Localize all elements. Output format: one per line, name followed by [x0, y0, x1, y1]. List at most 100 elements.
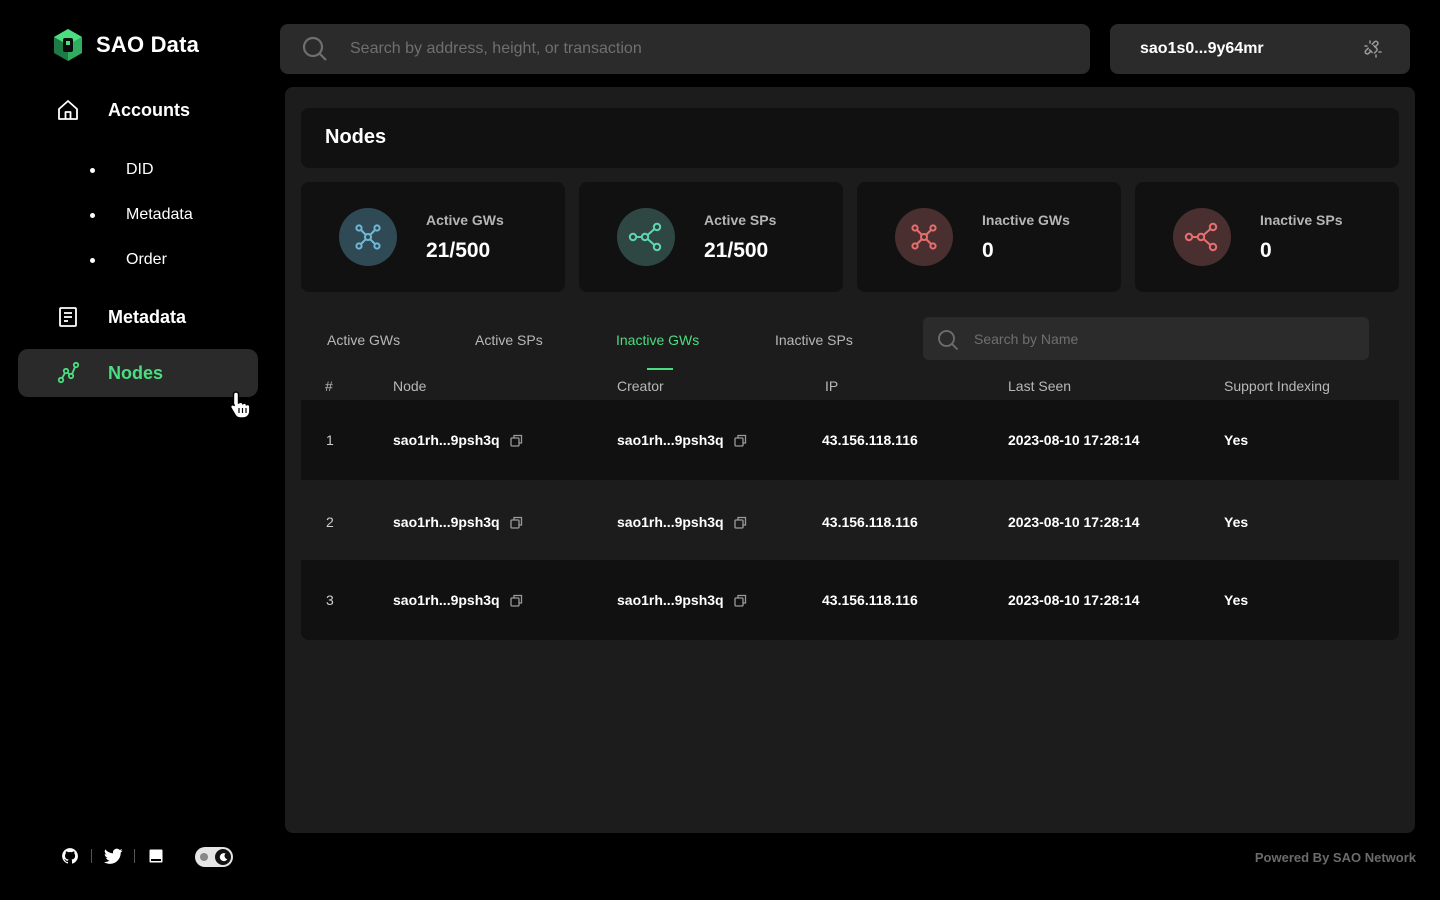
- divider: [91, 849, 92, 863]
- brand-name: SAO Data: [96, 32, 200, 57]
- stat-label: Active GWs: [426, 212, 504, 228]
- row-index: 3: [326, 592, 334, 608]
- powered-by-text: Powered By SAO Network: [1254, 850, 1416, 865]
- copy-icon[interactable]: [733, 434, 747, 447]
- hand-cursor-icon: [229, 391, 251, 419]
- gateway-icon: [355, 224, 381, 250]
- name-search-input[interactable]: [974, 317, 1354, 360]
- column-header-last-seen: Last Seen: [1008, 378, 1072, 394]
- stat-icon-wrap: [617, 208, 675, 266]
- sao-logo-icon: [54, 29, 82, 61]
- last-seen-cell: 2023-08-10 17:28:14: [1008, 592, 1140, 608]
- tab-active-sps[interactable]: Active SPs: [475, 332, 543, 348]
- table-row: 3 sao1rh...9psh3q sao1rh...9psh3q 43.156…: [301, 560, 1399, 640]
- page-title: Nodes: [325, 126, 387, 148]
- stat-label: Inactive SPs: [1260, 212, 1343, 228]
- nodes-graph-icon: [57, 361, 80, 384]
- wallet-address-box[interactable]: sao1s0...9y64mr: [1110, 24, 1410, 74]
- column-header-support-indexing: Support Indexing: [1224, 378, 1330, 394]
- column-header-index: #: [325, 378, 333, 394]
- copy-icon[interactable]: [733, 594, 747, 607]
- stat-icon-wrap: [895, 208, 953, 266]
- global-search-input[interactable]: [350, 24, 1050, 74]
- creator-address: sao1rh...9psh3q: [617, 432, 724, 448]
- moon-icon: [215, 849, 231, 865]
- github-icon[interactable]: [60, 846, 80, 866]
- sidebar-item-label: Accounts: [108, 99, 191, 120]
- sidebar-item-nodes[interactable]: Nodes: [18, 349, 258, 397]
- sidebar-subitem-order[interactable]: Order: [90, 251, 167, 269]
- creator-cell: sao1rh...9psh3q: [617, 432, 747, 448]
- node-cell: sao1rh...9psh3q: [393, 592, 523, 608]
- table-row: 2 sao1rh...9psh3q sao1rh...9psh3q 43.156…: [301, 480, 1399, 560]
- stat-value: 0: [1260, 239, 1272, 262]
- support-indexing-cell: Yes: [1224, 432, 1249, 448]
- support-indexing-cell: Yes: [1224, 592, 1249, 608]
- active-tab-indicator: [647, 368, 673, 370]
- tab-inactive-gws[interactable]: Inactive GWs: [616, 332, 699, 348]
- node-address: sao1rh...9psh3q: [393, 514, 500, 530]
- divider: [134, 849, 135, 863]
- creator-cell: sao1rh...9psh3q: [617, 514, 747, 530]
- brand-logo-link[interactable]: SAO Data: [52, 28, 199, 62]
- social-links: [60, 846, 166, 866]
- search-icon: [938, 330, 959, 351]
- stat-value: 21/500: [704, 239, 769, 262]
- sidebar-item-accounts[interactable]: Accounts: [18, 86, 258, 134]
- stat-card-active-sps: Active SPs 21/500: [579, 182, 843, 292]
- bullet-icon: [90, 167, 95, 173]
- copy-icon[interactable]: [509, 516, 523, 529]
- node-address: sao1rh...9psh3q: [393, 592, 500, 608]
- bullet-icon: [90, 257, 95, 263]
- name-search-box[interactable]: [923, 317, 1369, 360]
- tab-inactive-sps[interactable]: Inactive SPs: [775, 332, 853, 348]
- wallet-address: sao1s0...9y64mr: [1140, 40, 1264, 57]
- theme-toggle[interactable]: [195, 847, 233, 867]
- copy-icon[interactable]: [509, 434, 523, 447]
- tab-active-gws[interactable]: Active GWs: [327, 332, 400, 348]
- page-header: Nodes: [301, 108, 1399, 168]
- table-row: 1 sao1rh...9psh3q sao1rh...9psh3q 43.156…: [301, 400, 1399, 480]
- creator-cell: sao1rh...9psh3q: [617, 592, 747, 608]
- node-address: sao1rh...9psh3q: [393, 432, 500, 448]
- sidebar-subitem-metadata[interactable]: Metadata: [90, 206, 193, 224]
- ip-cell: 43.156.118.116: [822, 592, 918, 608]
- stat-label: Inactive GWs: [982, 212, 1070, 228]
- document-icon: [59, 307, 77, 327]
- gateway-icon: [911, 224, 937, 250]
- sidebar-subitem-label: Metadata: [126, 206, 193, 223]
- stat-card-inactive-gws: Inactive GWs 0: [857, 182, 1121, 292]
- global-search-bar[interactable]: [280, 24, 1090, 74]
- home-icon: [58, 100, 78, 120]
- main-panel: Nodes Active GWs 21/500 Active SPs 21/50…: [285, 87, 1415, 833]
- stat-card-inactive-sps: Inactive SPs 0: [1135, 182, 1399, 292]
- copy-icon[interactable]: [733, 516, 747, 529]
- sidebar-item-label: Metadata: [108, 306, 187, 327]
- ip-cell: 43.156.118.116: [822, 432, 918, 448]
- twitter-icon[interactable]: [103, 846, 123, 866]
- stat-icon-wrap: [1173, 208, 1231, 266]
- ip-cell: 43.156.118.116: [822, 514, 918, 530]
- table-header: # Node Creator IP Last Seen Support Inde…: [301, 372, 1399, 400]
- sidebar-subitem-did[interactable]: DID: [90, 161, 154, 179]
- nodes-table: Active GWs Active SPs Inactive GWs Inact…: [301, 306, 1399, 640]
- column-header-creator: Creator: [617, 378, 664, 394]
- stat-label: Active SPs: [704, 212, 777, 228]
- sun-icon: [200, 853, 208, 861]
- node-cell: sao1rh...9psh3q: [393, 514, 523, 530]
- row-index: 2: [326, 514, 334, 530]
- stat-value: 21/500: [426, 239, 491, 262]
- column-header-ip: IP: [825, 378, 839, 394]
- sidebar-item-label: Nodes: [108, 362, 164, 383]
- disconnect-icon[interactable]: [1364, 40, 1382, 58]
- creator-address: sao1rh...9psh3q: [617, 592, 724, 608]
- row-index: 1: [326, 432, 334, 448]
- copy-icon[interactable]: [509, 594, 523, 607]
- creator-address: sao1rh...9psh3q: [617, 514, 724, 530]
- node-cell: sao1rh...9psh3q: [393, 432, 523, 448]
- last-seen-cell: 2023-08-10 17:28:14: [1008, 514, 1140, 530]
- bullet-icon: [90, 212, 95, 218]
- node-tabs: Active GWs Active SPs Inactive GWs Inact…: [301, 306, 1399, 372]
- sidebar-item-metadata[interactable]: Metadata: [18, 293, 258, 341]
- book-icon[interactable]: [146, 846, 166, 866]
